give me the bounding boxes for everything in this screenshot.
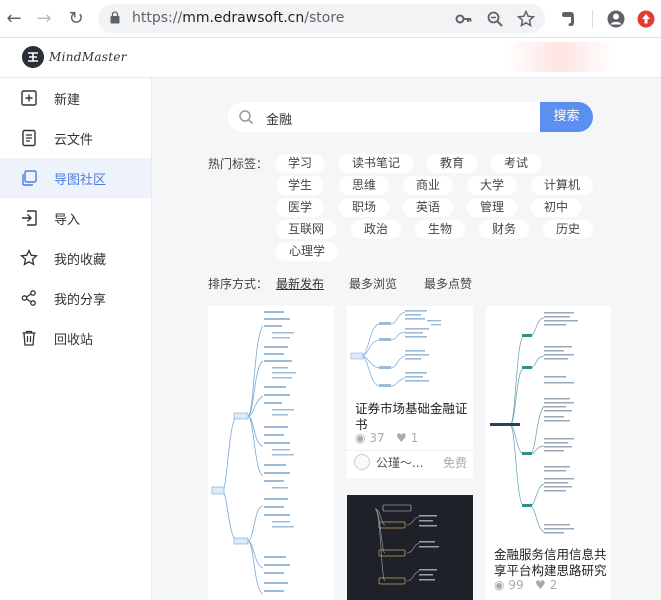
sidebar-item-label: 回收站 <box>54 333 94 348</box>
browser-toolbar: ← → ↻ https://mm.edrawsoft.cn/store <box>0 0 661 38</box>
tag-chip[interactable]: 思维 <box>339 176 389 195</box>
card-author[interactable]: 公瑾～... <box>376 454 423 471</box>
tag-chip[interactable]: 心理学 <box>276 242 338 261</box>
sidebar-item-label: 导图社区 <box>54 173 107 188</box>
forward-icon[interactable]: → <box>34 9 54 29</box>
sidebar-item-label: 新建 <box>54 93 81 108</box>
heart-icon: ♥ <box>535 578 546 592</box>
import-icon <box>22 210 37 226</box>
sort-option-most-viewed[interactable]: 最多浏览 <box>349 275 397 292</box>
sidebar-item-cloud-files[interactable]: 云文件 <box>0 118 151 158</box>
url-text: https://mm.edrawsoft.cn/store <box>132 10 345 26</box>
zoom-icon[interactable] <box>486 10 504 28</box>
app-header: MindMaster <box>0 38 661 78</box>
share-icon <box>21 290 36 306</box>
mindmap-card[interactable] <box>208 306 334 600</box>
tag-chip[interactable]: 学生 <box>276 176 324 195</box>
tag-chip[interactable]: 考试 <box>491 154 541 173</box>
mindmap-thumbnail <box>211 311 296 595</box>
sidebar-item-label: 导入 <box>54 213 81 228</box>
bookmark-star-icon[interactable] <box>517 10 535 28</box>
card-title: 金融服务信用信息共 享平台构建思路研究 <box>494 547 607 578</box>
card-stats: ◉ 37 ♥ 1 <box>355 431 418 445</box>
back-icon[interactable]: ← <box>4 9 24 29</box>
search-icon <box>239 110 254 125</box>
tags-label: 热门标签： <box>208 157 269 171</box>
mindmap-card[interactable] <box>347 495 473 600</box>
reload-icon[interactable]: ↻ <box>66 9 86 29</box>
star-icon <box>20 249 38 266</box>
sort-option-most-liked[interactable]: 最多点赞 <box>424 275 472 292</box>
sidebar: 新建 云文件 导图社区 导入 我的收藏 我的分享 回收站 <box>0 78 152 600</box>
mindmaster-logo-icon[interactable] <box>22 46 44 68</box>
eye-icon: ◉ <box>494 578 505 592</box>
tag-chip[interactable]: 读书笔记 <box>339 154 413 173</box>
header-decoration <box>505 42 615 72</box>
card-divider <box>347 450 473 451</box>
card-title: 证券市场基础金融证书 <box>355 401 468 432</box>
tag-chip[interactable]: 医学 <box>276 198 324 217</box>
like-count: 2 <box>549 578 558 592</box>
sidebar-item-new[interactable]: 新建 <box>0 78 151 118</box>
sort-label: 排序方式： <box>208 277 269 291</box>
sidebar-item-community[interactable]: 导图社区 <box>0 158 151 198</box>
tag-chip[interactable]: 大学 <box>467 176 517 195</box>
card-stats: ◉ 99 ♥ 2 <box>494 578 557 592</box>
account-icon[interactable] <box>606 9 626 29</box>
tag-chip[interactable]: 生物 <box>415 220 465 239</box>
evernote-extension-icon[interactable] <box>558 9 578 29</box>
lock-icon <box>110 11 120 24</box>
tag-chip[interactable]: 政治 <box>351 220 401 239</box>
toolbar-divider <box>592 10 593 28</box>
search-value: 金融 <box>266 113 293 128</box>
address-bar[interactable]: https://mm.edrawsoft.cn/store <box>98 4 545 33</box>
tag-chip[interactable]: 管理 <box>467 198 517 217</box>
sidebar-item-import[interactable]: 导入 <box>0 198 151 238</box>
tag-chip[interactable]: 历史 <box>543 220 593 239</box>
tag-chip[interactable]: 计算机 <box>531 176 593 195</box>
sidebar-item-label: 我的分享 <box>54 293 107 308</box>
mindmap-card[interactable]: 金融服务信用信息共 享平台构建思路研究 ◉ 99 ♥ 2 <box>486 306 611 600</box>
eye-icon: ◉ <box>355 431 366 445</box>
mindmap-thumbnail <box>374 504 439 585</box>
view-count: 99 <box>508 578 524 592</box>
search-button[interactable]: 搜索 <box>540 102 593 132</box>
tag-chip[interactable]: 财务 <box>479 220 529 239</box>
mindmap-thumbnail <box>350 310 441 387</box>
sidebar-item-label: 我的收藏 <box>54 253 107 268</box>
like-count: 1 <box>410 431 419 445</box>
tag-chip[interactable]: 英语 <box>403 198 453 217</box>
copy-icon <box>22 170 37 186</box>
card-price: 免费 <box>443 456 468 470</box>
sidebar-item-label: 云文件 <box>54 133 94 148</box>
key-icon[interactable] <box>455 10 473 28</box>
sort-option-newest[interactable]: 最新发布 <box>276 275 324 292</box>
mindmap-thumbnail <box>490 312 578 534</box>
mindmap-card[interactable]: 证券市场基础金融证书 ◉ 37 ♥ 1 公瑾～... 免费 <box>347 306 473 478</box>
sidebar-item-shares[interactable]: 我的分享 <box>0 278 151 318</box>
avatar[interactable] <box>354 454 370 470</box>
document-icon <box>22 129 36 147</box>
tag-chip[interactable]: 学习 <box>276 154 324 173</box>
tag-chip[interactable]: 商业 <box>403 176 453 195</box>
heart-icon: ♥ <box>396 431 407 445</box>
tag-chip[interactable]: 教育 <box>427 154 477 173</box>
tag-chip[interactable]: 职场 <box>339 198 389 217</box>
view-count: 37 <box>369 431 385 445</box>
sidebar-item-favorites[interactable]: 我的收藏 <box>0 238 151 278</box>
tag-chip[interactable]: 互联网 <box>276 220 336 239</box>
plus-square-icon <box>21 90 37 106</box>
logo-text: MindMaster <box>49 50 127 64</box>
search-input[interactable]: 金融 <box>228 102 540 132</box>
sidebar-item-trash[interactable]: 回收站 <box>0 318 151 358</box>
tag-chip[interactable]: 初中 <box>531 198 581 217</box>
update-icon[interactable] <box>636 9 656 29</box>
trash-icon <box>22 330 36 346</box>
